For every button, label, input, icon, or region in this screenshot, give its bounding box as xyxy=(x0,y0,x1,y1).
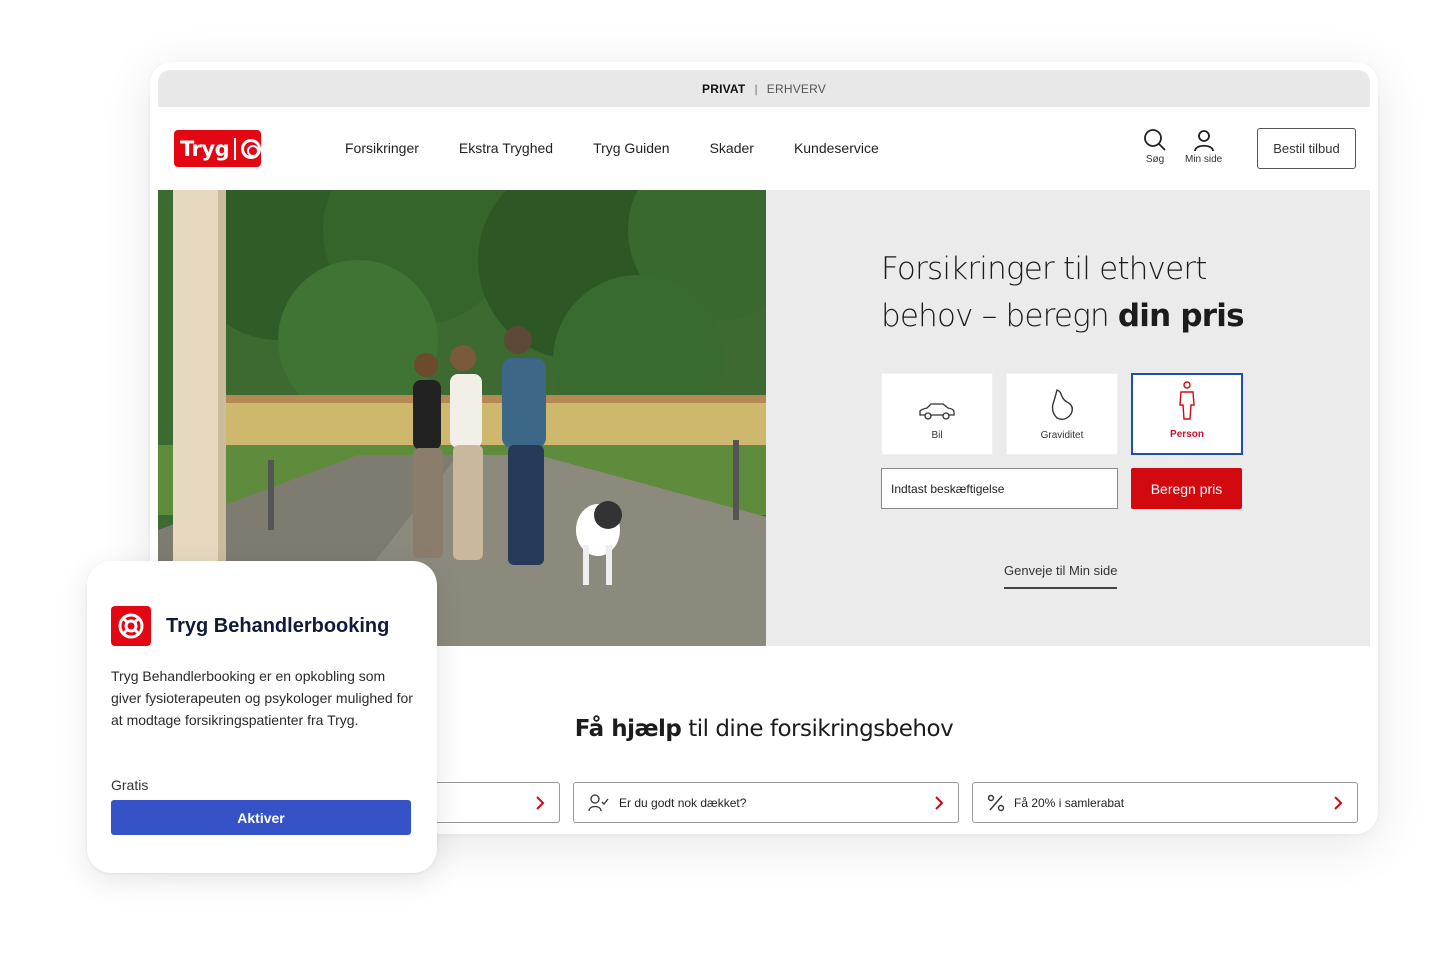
hero-title-bold: din pris xyxy=(1117,298,1245,334)
tile-label-bil: Bil xyxy=(931,430,943,441)
tile-label-person: Person xyxy=(1170,429,1204,440)
chevron-right-icon xyxy=(536,795,545,810)
help-card-discount[interactable]: Få 20% i samlerabat xyxy=(972,782,1358,823)
search-button[interactable]: Søg xyxy=(1143,128,1167,165)
main-nav: Forsikringer Ekstra Tryghed Tryg Guiden … xyxy=(345,140,879,156)
percent-icon xyxy=(987,794,1005,811)
popup-description: Tryg Behandlerbooking er en opkobling so… xyxy=(111,668,413,728)
order-quote-button[interactable]: Bestil tilbud xyxy=(1257,128,1356,169)
lifebuoy-icon xyxy=(241,138,261,159)
shortcut-link[interactable]: Genveje til Min side xyxy=(1004,563,1118,589)
pregnancy-icon xyxy=(1051,389,1074,421)
calculate-price-button[interactable]: Beregn pris xyxy=(1131,468,1242,509)
chevron-right-icon xyxy=(1334,795,1343,810)
popup-title: Tryg Behandlerbooking xyxy=(166,615,390,637)
product-tile-person[interactable]: Person xyxy=(1131,373,1243,455)
nav-item-skader[interactable]: Skader xyxy=(710,140,754,156)
nav-item-kundeservice[interactable]: Kundeservice xyxy=(794,140,879,156)
car-icon xyxy=(919,403,955,420)
segment-erhverv[interactable]: ERHVERV xyxy=(767,82,826,96)
logo-wordmark: Tryg xyxy=(180,136,230,161)
hero-title-line2: behov – beregn din pris xyxy=(881,293,1281,340)
help-card-label-coverage: Er du godt nok dækket? xyxy=(619,795,747,810)
hero-title-line2-pre: behov – beregn xyxy=(881,298,1118,334)
tile-label-graviditet: Graviditet xyxy=(1040,430,1084,441)
product-tile-graviditet[interactable]: Graviditet xyxy=(1006,373,1118,455)
nav-item-tryg-guiden[interactable]: Tryg Guiden xyxy=(593,140,670,156)
segment-privat[interactable]: PRIVAT xyxy=(702,82,745,96)
nav-item-forsikringer[interactable]: Forsikringer xyxy=(345,140,419,156)
product-tile-bil[interactable]: Bil xyxy=(881,373,993,455)
account-label: Min side xyxy=(1185,154,1223,165)
logo-divider xyxy=(234,137,237,160)
account-button[interactable]: Min side xyxy=(1185,128,1222,165)
header-actions: Søg Min side xyxy=(1143,128,1222,165)
lifebuoy-icon xyxy=(118,613,144,639)
hero-title: Forsikringer til ethvert behov – beregn … xyxy=(881,246,1281,340)
search-label: Søg xyxy=(1145,154,1165,165)
tryg-logo[interactable]: Tryg xyxy=(174,130,261,167)
segment-separator: | xyxy=(754,81,758,96)
help-card-coverage[interactable]: Er du godt nok dækket? xyxy=(573,782,959,823)
search-icon xyxy=(1144,129,1166,151)
app-popup-card: Tryg Behandlerbooking Tryg Behandlerbook… xyxy=(87,561,437,873)
popup-price: Gratis xyxy=(111,777,149,793)
person-icon xyxy=(1179,381,1195,420)
person-check-icon xyxy=(588,793,609,811)
segment-switcher: PRIVAT | ERHVERV xyxy=(158,70,1370,107)
help-title-bold: Få hjælp xyxy=(574,716,682,742)
help-card-label-discount: Få 20% i samlerabat xyxy=(1014,795,1125,810)
calculator-panel: Forsikringer til ethvert behov – beregn … xyxy=(766,190,1370,646)
hero-title-line1: Forsikringer til ethvert xyxy=(881,251,1207,287)
user-icon xyxy=(1193,130,1214,152)
activate-button[interactable]: Aktiver xyxy=(111,800,411,835)
chevron-right-icon xyxy=(935,795,944,810)
occupation-input[interactable] xyxy=(881,468,1118,509)
nav-item-ekstra-tryghed[interactable]: Ekstra Tryghed xyxy=(459,140,553,156)
site-header: Tryg Forsikringer Ekstra Tryghed Tryg Gu… xyxy=(158,107,1370,190)
help-title-rest: til dine forsikringsbehov xyxy=(681,716,954,742)
popup-logo xyxy=(111,606,151,646)
